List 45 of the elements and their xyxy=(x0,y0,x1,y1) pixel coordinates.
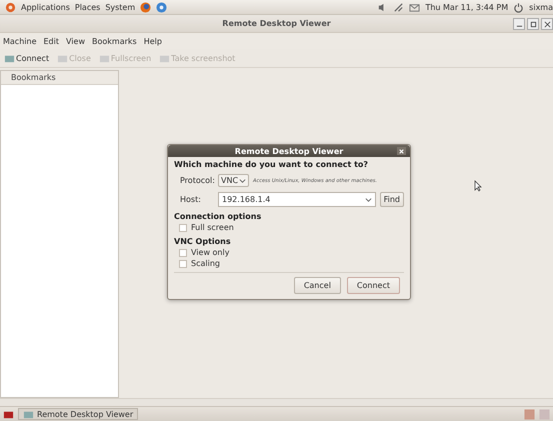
menu-item[interactable]: Bookmarks xyxy=(92,36,137,46)
section-title: Connection options xyxy=(174,212,262,221)
dialog-button[interactable]: Connect xyxy=(346,277,400,294)
find-button[interactable]: Find xyxy=(380,192,404,207)
toolbar-button[interactable]: Connect xyxy=(2,52,52,64)
user-name[interactable]: sixma xyxy=(529,2,553,12)
close-icon xyxy=(544,20,550,28)
checkbox-label: View only xyxy=(191,248,230,257)
browser-icon[interactable] xyxy=(140,2,152,12)
panel-menu[interactable]: Places xyxy=(74,2,100,12)
caret-icon xyxy=(239,177,246,184)
power-icon[interactable] xyxy=(513,2,524,12)
panel-menu[interactable]: System xyxy=(105,2,136,12)
checkbox[interactable] xyxy=(179,260,187,268)
checkbox[interactable] xyxy=(179,248,187,256)
help-icon[interactable] xyxy=(156,2,168,12)
logo-icon[interactable] xyxy=(5,2,16,12)
close-button[interactable] xyxy=(541,18,553,30)
close-button[interactable] xyxy=(397,147,406,155)
protocol-label: Protocol: xyxy=(180,176,214,185)
section-title: VNC Options xyxy=(174,237,232,246)
clock[interactable]: Thu Mar 11, 3:44 PM xyxy=(425,2,508,12)
dialog-title: Remote Desktop Viewer xyxy=(234,146,344,156)
protocol-dropdown[interactable]: VNC xyxy=(218,174,250,187)
mail-icon[interactable] xyxy=(409,2,420,12)
menu-item[interactable]: View xyxy=(66,36,85,46)
menu-item[interactable]: Edit xyxy=(44,36,59,46)
checkbox-label: Scaling xyxy=(191,259,220,268)
maximize-icon xyxy=(530,20,536,28)
checkbox[interactable] xyxy=(179,224,187,232)
maximize-button[interactable] xyxy=(527,18,539,30)
panel-menu[interactable]: Applications xyxy=(21,2,70,12)
window-title: Remote Desktop Viewer xyxy=(222,19,331,28)
checkbox-label: Full screen xyxy=(191,223,234,232)
network-icon[interactable] xyxy=(393,2,404,12)
menu-item[interactable]: Help xyxy=(144,36,162,46)
dialog-heading: Which machine do you want to connect to? xyxy=(174,160,370,169)
taskbar-button[interactable]: Remote Desktop Viewer xyxy=(18,408,138,420)
menu-item[interactable]: Machine xyxy=(3,36,36,46)
sidebar-header: Bookmarks xyxy=(1,71,118,85)
cursor-icon xyxy=(474,180,482,192)
host-field[interactable]: 192.168.1.4 xyxy=(218,192,376,207)
caret-icon[interactable] xyxy=(364,196,372,203)
host-label: Host: xyxy=(180,195,202,204)
dialog-button[interactable]: Cancel xyxy=(294,277,341,294)
